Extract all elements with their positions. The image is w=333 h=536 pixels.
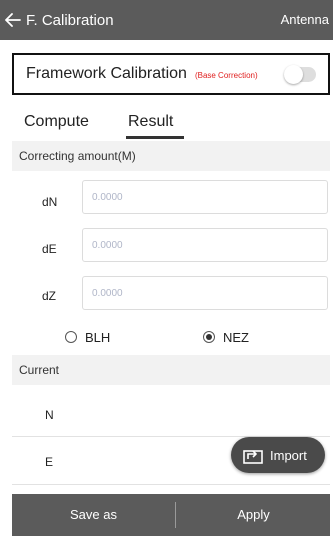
de-input[interactable] — [82, 228, 328, 262]
framework-calibration-toggle[interactable] — [284, 65, 316, 84]
active-tab-indicator — [126, 136, 184, 139]
tab-bar: Compute Result — [12, 103, 330, 141]
tab-result[interactable]: Result — [128, 113, 173, 131]
nez-option[interactable]: NEZ — [203, 325, 249, 349]
framework-calibration-row: Framework Calibration (Base Correction) — [12, 53, 330, 95]
dz-input[interactable] — [82, 276, 328, 310]
import-button[interactable]: Import — [231, 437, 325, 473]
apply-button[interactable]: Apply — [177, 494, 330, 536]
blh-label: BLH — [85, 329, 111, 345]
framework-calibration-title: Framework Calibration — [26, 65, 187, 82]
current-n-label: N — [45, 408, 54, 422]
bottom-bar: Save as Apply — [12, 494, 330, 536]
current-e-label: E — [45, 455, 54, 469]
de-label: dE — [42, 242, 57, 256]
import-label: Import — [270, 447, 307, 463]
nez-radio[interactable] — [203, 331, 215, 343]
import-icon — [243, 450, 263, 464]
correcting-amount-header: Correcting amount(M) — [12, 141, 330, 171]
nez-label: NEZ — [223, 329, 249, 345]
dn-label: dN — [42, 195, 58, 209]
row-divider — [12, 484, 330, 485]
current-header: Current — [12, 355, 330, 385]
toggle-knob — [284, 65, 303, 84]
app-bar: F. Calibration Antenna — [0, 0, 333, 40]
dz-label: dZ — [42, 289, 57, 303]
antenna-button[interactable]: Antenna — [281, 0, 329, 40]
back-arrow-icon[interactable] — [2, 0, 24, 40]
base-correction-note: (Base Correction) — [194, 70, 258, 80]
save-as-button[interactable]: Save as — [12, 494, 175, 536]
blh-option[interactable]: BLH — [65, 325, 110, 349]
tab-compute[interactable]: Compute — [24, 113, 89, 131]
page-title: F. Calibration — [26, 11, 114, 29]
blh-radio[interactable] — [65, 331, 77, 343]
bottom-divider — [175, 502, 176, 528]
dn-input[interactable] — [82, 180, 328, 214]
